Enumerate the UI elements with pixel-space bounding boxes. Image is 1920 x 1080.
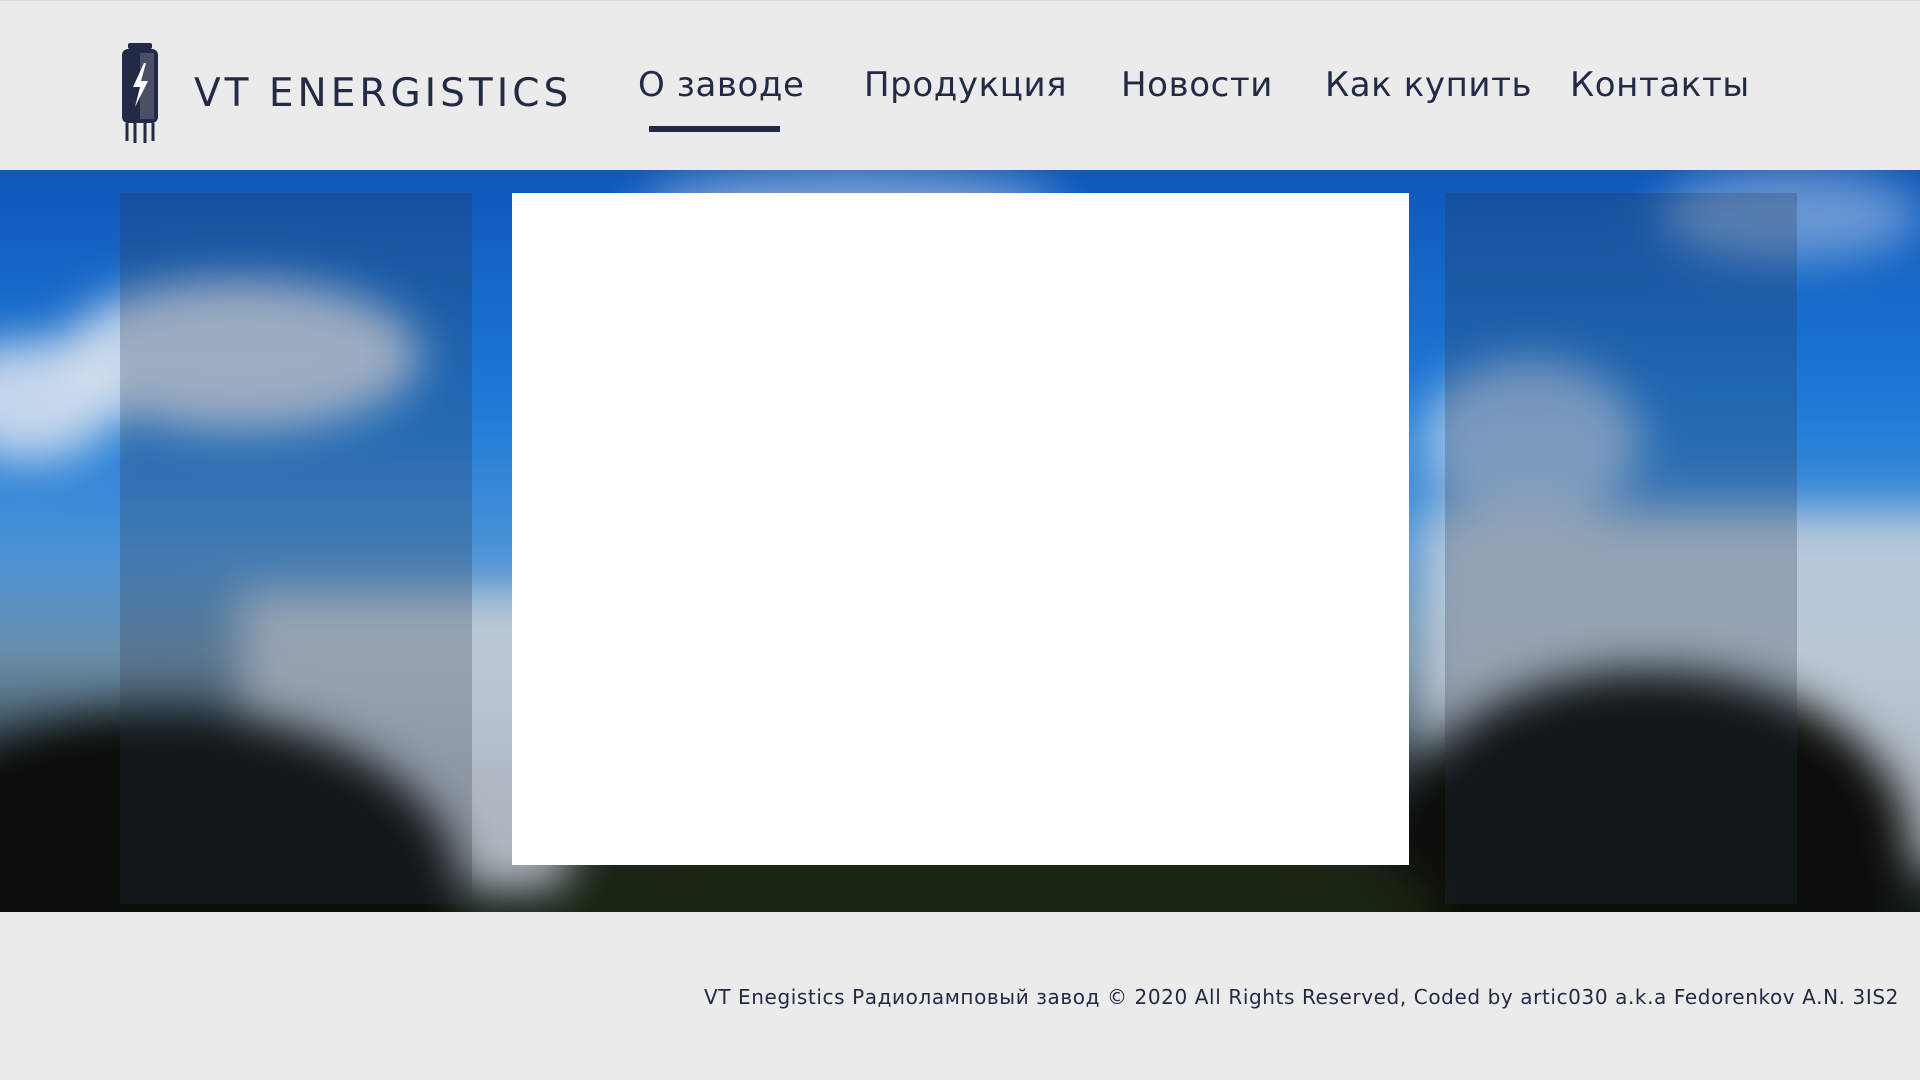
nav-item-products[interactable]: Продукция xyxy=(864,65,1067,105)
center-content-panel xyxy=(512,193,1409,865)
nav-item-about[interactable]: О заводе xyxy=(638,65,805,105)
logo-text: VT ENERGISTICS xyxy=(194,70,573,116)
site-header: VT ENERGISTICS О заводе Продукция Новост… xyxy=(0,0,1920,170)
nav-item-news[interactable]: Новости xyxy=(1121,65,1273,105)
nav-item-contacts[interactable]: Контакты xyxy=(1570,65,1750,105)
vacuum-tube-lightning-icon xyxy=(122,43,158,143)
logo-link[interactable]: VT ENERGISTICS xyxy=(118,41,572,145)
active-nav-indicator xyxy=(649,126,780,132)
left-side-panel xyxy=(120,193,472,904)
right-side-panel xyxy=(1445,193,1797,904)
footer-copyright: VT Enegistics Радиоламповый завод © 2020… xyxy=(703,985,1899,1009)
nav-item-how-to-buy[interactable]: Как купить xyxy=(1325,65,1532,105)
hero-section xyxy=(0,170,1920,912)
